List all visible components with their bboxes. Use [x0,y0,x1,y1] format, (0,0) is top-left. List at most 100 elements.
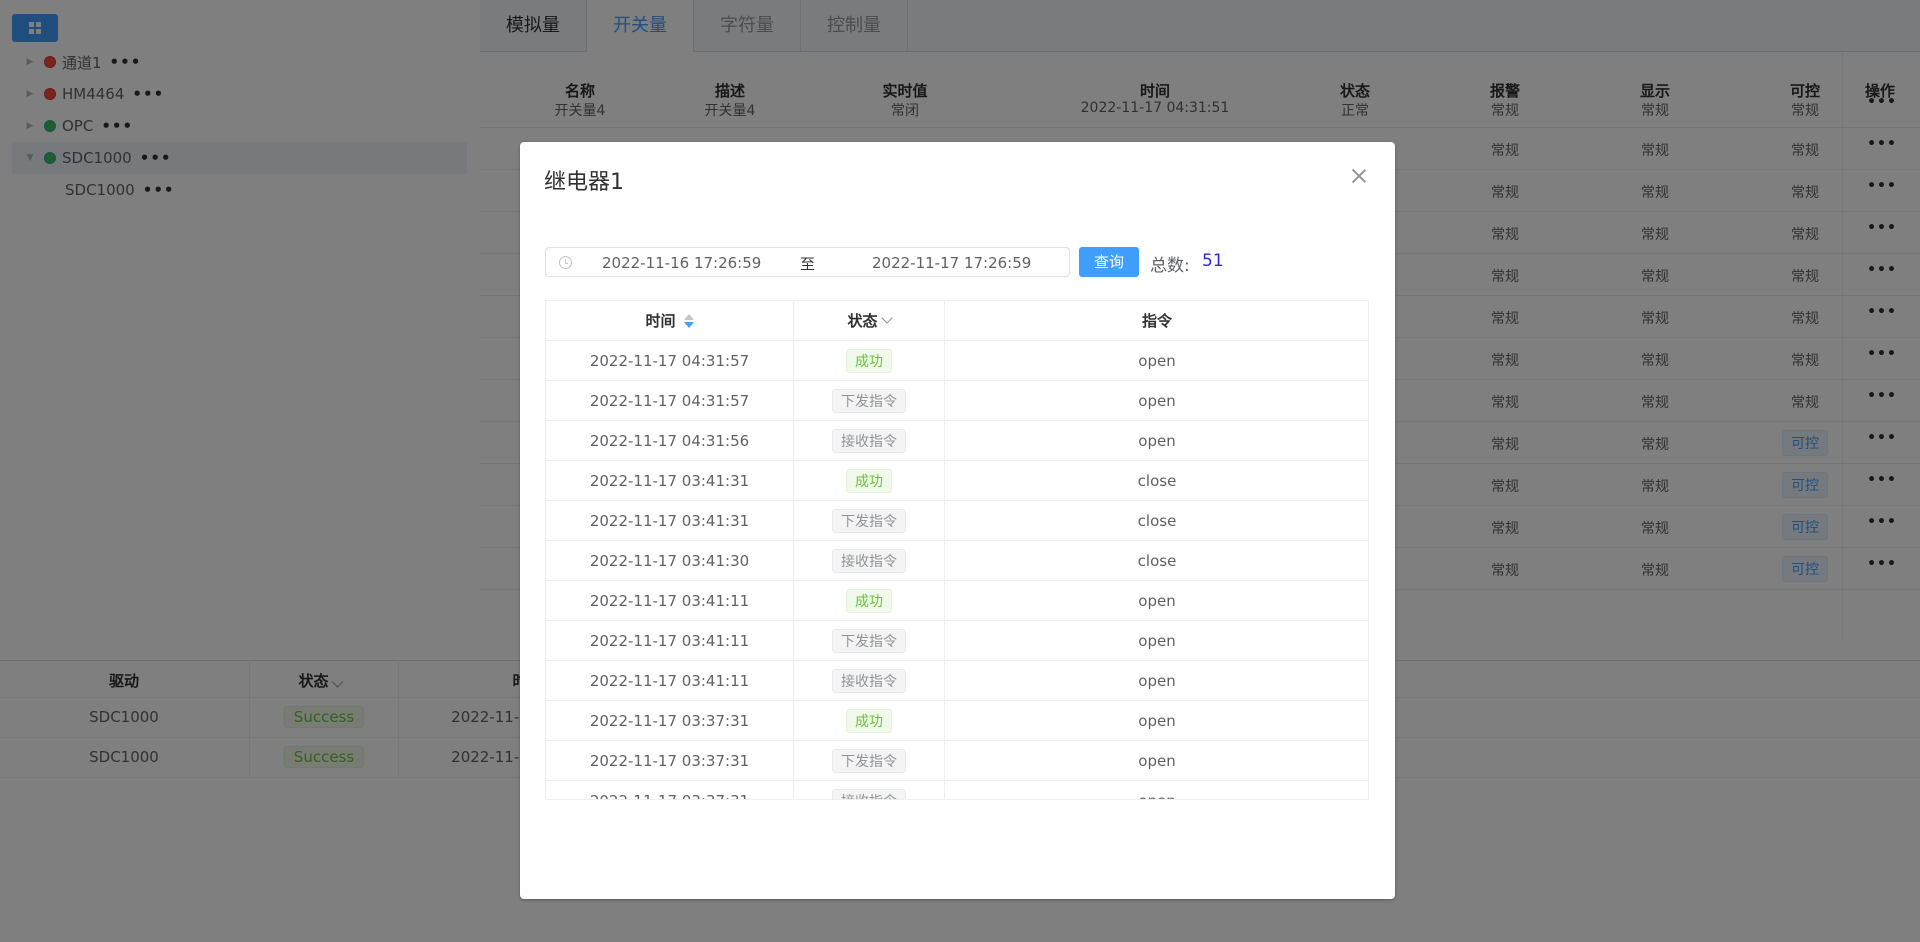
cell-command-wrap: open [945,621,1368,660]
status-badge: 成功 [846,348,892,373]
cell-command-wrap: open [945,741,1368,780]
total-label: 总数: [1150,256,1190,276]
header-time: 时间 [645,312,676,330]
cell-time-wrap: 2022-11-17 03:37:31 [546,741,794,780]
cell-status-wrap: 接收指令 [794,421,945,460]
history-dialog: 继电器1 2022-11-16 17:26:59 至 2022-11-17 17… [520,142,1395,899]
cell-time: 2022-11-17 04:31:56 [589,431,750,450]
cell-time: 2022-11-17 03:37:31 [589,711,750,730]
cell-status-wrap: 下发指令 [794,501,945,540]
cell-status-wrap: 成功 [794,701,945,740]
header-status: 状态 [847,312,878,330]
cell-time: 2022-11-17 03:37:31 [590,792,749,800]
status-badge: 成功 [846,468,892,493]
cell-time: 2022-11-17 03:41:31 [589,511,750,530]
cell-command-wrap: close [945,461,1368,500]
header-command-cell: 指令 [945,301,1368,340]
cell-command: open [1138,751,1176,770]
status-badge: 下发指令 [832,508,906,533]
cell-status-wrap: 下发指令 [794,621,945,660]
total-count: 51 [1202,251,1224,271]
table-row: 2022-11-17 04:31:57 下发指令 open [546,381,1368,421]
history-table-header: 时间 状态 指令 [546,301,1368,341]
cell-status-wrap: 接收指令 [794,541,945,580]
query-button[interactable]: 查询 [1079,247,1139,277]
cell-command-wrap: open [945,661,1368,700]
table-row: 2022-11-17 03:41:11 接收指令 open [546,661,1368,701]
table-row: 2022-11-17 03:37:31 成功 open [546,701,1368,741]
status-badge: 接收指令 [832,548,906,573]
status-badge: 成功 [846,588,892,613]
cell-time-wrap: 2022-11-17 03:37:31 [546,701,794,740]
status-badge: 接收指令 [832,428,906,453]
cell-time-wrap: 2022-11-17 03:41:31 [546,501,794,540]
status-badge: 下发指令 [832,628,906,653]
cell-command: open [1138,391,1176,410]
cell-command-wrap: open [945,381,1368,420]
range-start-input[interactable]: 2022-11-16 17:26:59 [602,254,761,272]
cell-time-wrap: 2022-11-17 03:37:31 [546,781,794,800]
cell-time: 2022-11-17 04:31:57 [589,391,750,410]
table-row: 2022-11-17 03:37:31 接收指令 open [546,781,1368,800]
cell-command-wrap: open [945,701,1368,740]
sort-icon[interactable] [683,313,694,329]
cell-time-wrap: 2022-11-17 03:41:11 [546,581,794,620]
cell-command: open [1138,671,1176,690]
cell-command-wrap: open [945,341,1368,380]
close-icon[interactable] [1351,168,1367,184]
cell-command: open [1138,792,1175,800]
status-badge: 成功 [846,708,892,733]
table-row: 2022-11-17 03:41:31 下发指令 close [546,501,1368,541]
cell-command-wrap: open [945,581,1368,620]
history-table-body: 2022-11-17 04:31:57 成功 open 2022-11-17 04:3… [546,341,1368,800]
table-row: 2022-11-17 03:41:31 成功 close [546,461,1368,501]
cell-status-wrap: 接收指令 [794,781,945,799]
table-row: 2022-11-17 03:41:30 接收指令 close [546,541,1368,581]
cell-time: 2022-11-17 03:41:11 [589,631,750,650]
cell-time-wrap: 2022-11-17 04:31:57 [546,341,794,380]
cell-command: close [1137,511,1177,530]
cell-command: open [1138,591,1176,610]
header-status-cell[interactable]: 状态 [794,301,945,340]
cell-command-wrap: open [945,781,1368,800]
cell-command: open [1138,431,1176,450]
dialog-title: 继电器1 [544,170,624,195]
header-time-cell[interactable]: 时间 [546,301,794,340]
status-badge: 下发指令 [832,388,906,413]
cell-time-wrap: 2022-11-17 03:41:11 [546,661,794,700]
cell-time-wrap: 2022-11-17 03:41:11 [546,621,794,660]
cell-time-wrap: 2022-11-17 04:31:57 [546,381,794,420]
cell-status-wrap: 成功 [794,581,945,620]
cell-time: 2022-11-17 03:41:11 [589,591,750,610]
chevron-down-icon[interactable] [880,312,893,324]
cell-status-wrap: 下发指令 [794,741,945,780]
range-end-input[interactable]: 2022-11-17 17:26:59 [872,254,1031,272]
cell-time: 2022-11-17 04:31:57 [589,351,750,370]
cell-command-wrap: close [945,541,1368,580]
cell-time-wrap: 2022-11-17 04:31:56 [546,421,794,460]
date-range-picker[interactable]: 2022-11-16 17:26:59 至 2022-11-17 17:26:5… [545,247,1070,277]
cell-time-wrap: 2022-11-17 03:41:31 [546,461,794,500]
table-row: 2022-11-17 03:37:31 下发指令 open [546,741,1368,781]
status-badge: 接收指令 [832,668,906,693]
table-row: 2022-11-17 04:31:57 成功 open [546,341,1368,381]
cell-time-wrap: 2022-11-17 03:41:30 [546,541,794,580]
cell-time: 2022-11-17 03:41:11 [589,671,750,690]
table-row: 2022-11-17 04:31:56 接收指令 open [546,421,1368,461]
cell-time: 2022-11-17 03:41:31 [589,471,750,490]
status-badge: 下发指令 [832,748,906,773]
table-row: 2022-11-17 03:41:11 下发指令 open [546,621,1368,661]
history-table: 时间 状态 指令 2022-11-17 04:31:57 成功 open 2022-1… [545,300,1369,800]
cell-time: 2022-11-17 03:37:31 [589,751,750,770]
cell-command: open [1138,631,1176,650]
cell-command-wrap: close [945,501,1368,540]
cell-status-wrap: 下发指令 [794,381,945,420]
range-separator: 至 [800,255,816,273]
header-command: 指令 [1141,312,1172,330]
cell-command: close [1137,551,1177,570]
cell-command: open [1138,351,1176,370]
cell-command-wrap: open [945,421,1368,460]
cell-command: close [1137,471,1177,490]
status-badge: 接收指令 [832,788,906,799]
table-row: 2022-11-17 03:41:11 成功 open [546,581,1368,621]
